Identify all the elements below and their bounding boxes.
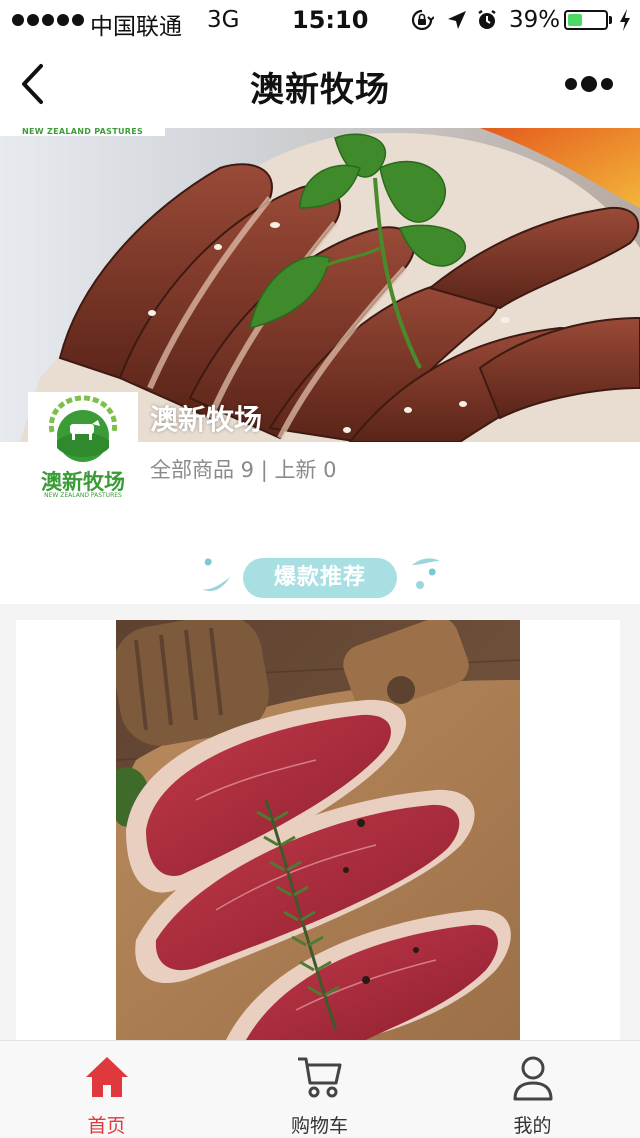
nav-bar: 澳新牧场 bbox=[0, 40, 640, 128]
status-time: 15:10 bbox=[292, 6, 369, 34]
location-arrow-icon bbox=[448, 11, 466, 29]
shop-stats[interactable]: 全部商品 9 | 上新 0 bbox=[150, 454, 337, 484]
water-splash-right-icon bbox=[412, 558, 440, 589]
tab-home[interactable]: 首页 bbox=[0, 1041, 213, 1137]
battery-level-fill bbox=[568, 14, 583, 26]
tab-bar: 首页 购物车 我的 bbox=[0, 1040, 640, 1137]
shop-logo-emblem-icon bbox=[48, 395, 118, 462]
shop-logo-subtext: NEW ZEALAND PASTURES bbox=[44, 492, 122, 499]
product-image[interactable] bbox=[116, 620, 520, 1040]
battery-tip bbox=[609, 16, 612, 24]
more-dots-icon[interactable] bbox=[562, 70, 616, 98]
battery-icon bbox=[564, 10, 608, 30]
signal-dots-icon bbox=[12, 14, 84, 26]
section-title-hot-picks: 爆款推荐 bbox=[243, 558, 397, 598]
tab-me[interactable]: 我的 bbox=[426, 1041, 639, 1137]
shop-name: 澳新牧场 bbox=[150, 403, 263, 436]
battery-percent: 39% bbox=[509, 7, 561, 33]
tab-cart[interactable]: 购物车 bbox=[213, 1041, 426, 1137]
water-splash-left-icon bbox=[202, 558, 230, 592]
carrier-label: 中国联通 bbox=[90, 14, 182, 40]
banner-brand-strip: NEW ZEALAND PASTURES bbox=[0, 128, 165, 136]
tab-home-label: 首页 bbox=[87, 1115, 126, 1137]
shop-logo[interactable]: 澳新牧场 NEW ZEALAND PASTURES bbox=[28, 392, 138, 502]
user-icon bbox=[513, 1056, 552, 1101]
tab-cart-label: 购物车 bbox=[290, 1115, 348, 1137]
status-bar: 中国联通 3G 15:10 39% bbox=[0, 0, 640, 40]
cart-icon bbox=[297, 1057, 341, 1098]
rotation-lock-icon bbox=[411, 9, 434, 31]
home-icon bbox=[85, 1057, 128, 1097]
network-label: 3G bbox=[207, 7, 240, 33]
page-title: 澳新牧场 bbox=[250, 70, 390, 110]
alarm-icon bbox=[478, 10, 496, 29]
charging-bolt-icon bbox=[620, 9, 630, 31]
tab-me-label: 我的 bbox=[513, 1115, 552, 1137]
